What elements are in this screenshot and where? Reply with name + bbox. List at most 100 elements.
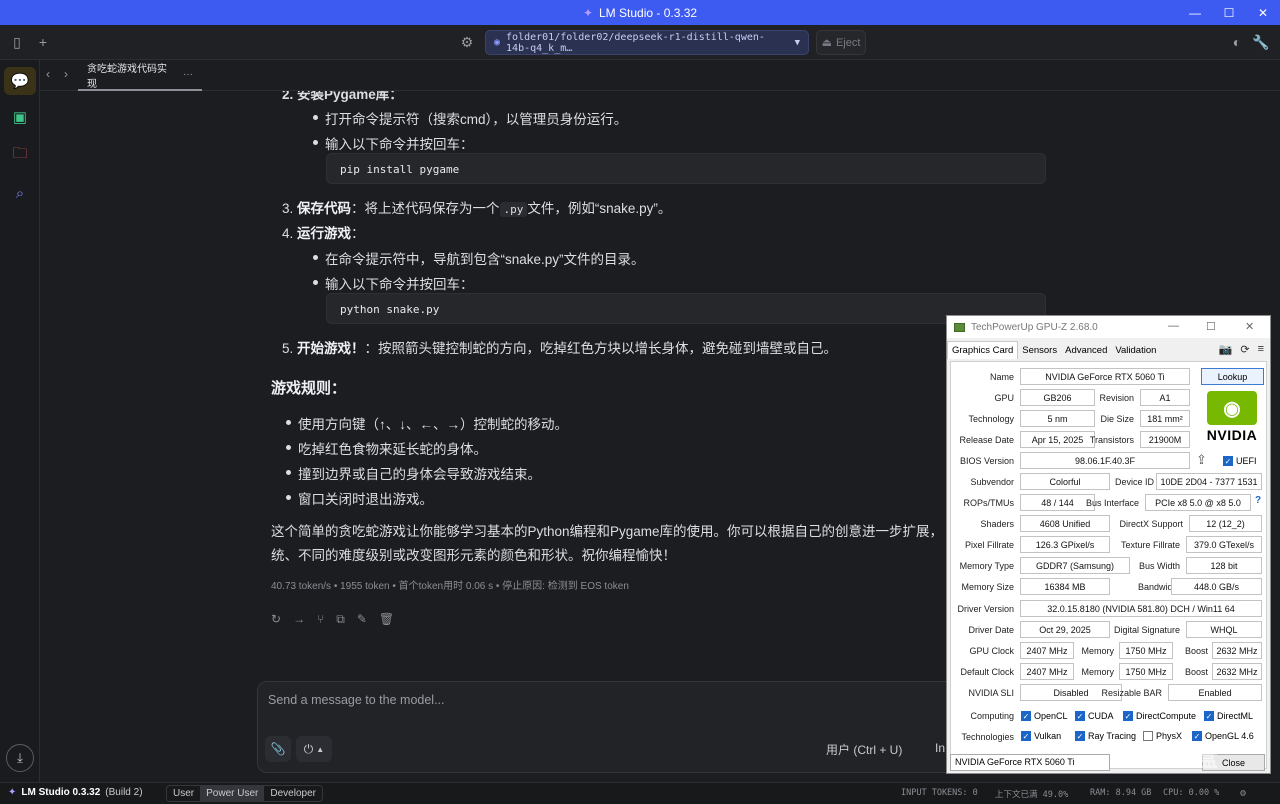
window-title: LM Studio - 0.3.32 [599,5,698,20]
forward-icon[interactable]: › [64,67,68,81]
continue-icon[interactable]: → [293,612,305,627]
label: Revision [1099,393,1134,403]
label: Texture Fillrate [1120,540,1180,550]
summary-line: 这个简单的贪吃蛇游戏让你能够学习基本的Python编程和Pygame库的使用。你… [271,524,944,539]
eject-label: Eject [835,36,861,49]
checkbox: ✓ [1021,731,1031,741]
maximize-icon[interactable]: ☐ [1206,320,1216,333]
share-icon[interactable]: ⇪ [1196,452,1207,468]
value-default-boost: 2632 MHz [1212,663,1262,680]
message-input[interactable]: Send a message to the model... [268,693,445,707]
close-icon[interactable]: ✕ [1245,320,1254,333]
palette-icon[interactable]: ◐ [1227,32,1247,52]
vulkan-checkbox: ✓ Vulkan [1021,731,1061,741]
mode-power-user[interactable]: Power User [200,786,265,801]
checkbox-label: CUDA [1088,711,1114,721]
bullet [286,470,291,475]
mode-developer[interactable]: Developer [264,786,322,801]
model-icon: ◉ [494,37,501,48]
nvidia-logo-text: NVIDIA [1206,427,1258,443]
regenerate-icon[interactable]: ↻ [271,612,281,627]
value-subvendor: Colorful [1020,473,1110,490]
search-icon[interactable]: ⌕ [4,179,36,207]
chat-icon[interactable]: 💬 [4,67,36,95]
branch-icon[interactable]: ⑂ [317,612,324,627]
label: Transistors [1089,435,1134,445]
tab-chat[interactable]: 贪吃蛇游戏代码实现 ··· [78,60,202,91]
ram-usage: RAM: 8.94 GB [1090,788,1152,798]
eject-button[interactable]: ⏏ Eject [816,30,866,55]
minimize-icon[interactable]: — [1168,320,1179,332]
plugin-button[interactable]: ⏻ ▲ [296,736,332,762]
left-rail: 💬 ▣ 🗀 ⌕ [0,60,40,782]
refresh-icon[interactable]: ⟳ [1240,343,1249,356]
label: BIOS Version [959,456,1014,466]
value-die-size: 181 mm² [1140,410,1190,427]
tab-graphics-card[interactable]: Graphics Card [947,341,1019,359]
bullet [286,445,291,450]
role-selector[interactable]: 用户 (Ctrl + U) [826,741,902,758]
terminal-icon[interactable]: ▣ [4,103,36,131]
close-icon[interactable]: ✕ [1246,0,1280,25]
message-composer[interactable]: Send a message to the model... 📎 ⏻ ▲ 用户 (… [257,681,1047,773]
label: Subvendor [970,477,1014,487]
value-texture-fillrate: 379.0 GTexel/s [1186,536,1262,553]
summary-line: 统、不同的难度级别或改变图形元素的颜色和形状。祝你编程愉快！ [271,548,676,563]
value-memory-clock: 1750 MHz [1119,642,1173,659]
plug-icon: ⏻ [303,741,314,756]
bullet [313,115,318,120]
back-icon[interactable]: ‹ [46,67,50,81]
folder-icon[interactable]: 🗀 [4,141,36,169]
step4-bold: 运行游戏 [297,226,352,241]
mode-user[interactable]: User [167,786,200,801]
delete-icon[interactable]: 🗑 [379,612,394,627]
value-driver-version: 32.0.15.8180 (NVIDIA 581.80) DCH / Win11… [1020,600,1262,617]
label: Computing [970,711,1014,721]
lookup-button[interactable]: Lookup [1201,368,1264,385]
download-icon[interactable]: ⤓ [6,744,34,772]
top-toolbar: ▯ + ⚙ ◉ folder01/folder02/deepseek-r1-di… [0,25,1280,60]
directcompute-checkbox: ✓ DirectCompute [1123,711,1196,721]
help-icon[interactable]: ? [1255,495,1261,506]
step4-num: 4. [282,226,294,241]
label: Bus Width [1138,561,1180,571]
uefi-checkbox: ✓ UEFI [1223,456,1257,466]
label: DirectX Support [1119,519,1183,529]
value-directx: 12 (12_2) [1189,515,1262,532]
minimize-icon[interactable]: — [1178,0,1212,25]
tab-more-icon[interactable]: ··· [183,69,193,80]
gpuz-panel: Name NVIDIA GeForce RTX 5060 Ti Lookup G… [950,361,1267,769]
label: Resizable BAR [1101,688,1162,698]
step4: 4. 运行游戏： [282,222,365,242]
new-chat-icon[interactable]: + [33,32,53,52]
value-name: NVIDIA GeForce RTX 5060 Ti [1020,368,1190,385]
label: NVIDIA SLI [968,688,1014,698]
edit-icon[interactable]: ✎ [357,612,367,627]
sidebar-toggle-icon[interactable]: ▯ [7,32,27,52]
checkbox-label: DirectML [1217,711,1254,721]
value-pixel-fillrate: 126.3 GPixel/s [1020,536,1110,553]
tab-validation[interactable]: Validation [1111,342,1160,359]
wrench-icon[interactable]: 🔧 [1251,32,1271,52]
value-memory-type: GDDR7 (Samsung) [1020,557,1130,574]
tab-advanced[interactable]: Advanced [1061,342,1111,359]
code-block[interactable]: pip install pygame [326,153,1046,184]
camera-icon[interactable]: 📷 [1219,343,1233,356]
settings-gear-icon[interactable]: ⚙ [1240,788,1246,799]
step5-text: ：按照箭头键控制蛇的方向，吃掉红色方块以增长身体，避免碰到墙壁或自己。 [364,341,838,356]
tab-sensors[interactable]: Sensors [1018,342,1061,359]
maximize-icon[interactable]: ☐ [1212,0,1246,25]
settings-gear-icon[interactable]: ⚙ [457,32,477,52]
label: Memory Type [959,561,1014,571]
chevron-down-icon: ▼ [794,37,800,48]
step5-num: 5. [282,341,294,356]
code-block[interactable]: python snake.py [326,293,1046,324]
inline-code: .py [499,202,528,217]
model-selector[interactable]: ◉ folder01/folder02/deepseek-r1-distill-… [485,30,809,55]
copy-icon[interactable]: ⧉ [336,612,345,627]
step5-bold: 开始游戏！ [297,341,365,356]
insert-button[interactable]: In [935,741,945,755]
card-select[interactable]: NVIDIA GeForce RTX 5060 Ti [950,754,1110,771]
attach-icon[interactable]: 📎 [265,736,291,762]
menu-icon[interactable]: ≡ [1258,343,1264,356]
